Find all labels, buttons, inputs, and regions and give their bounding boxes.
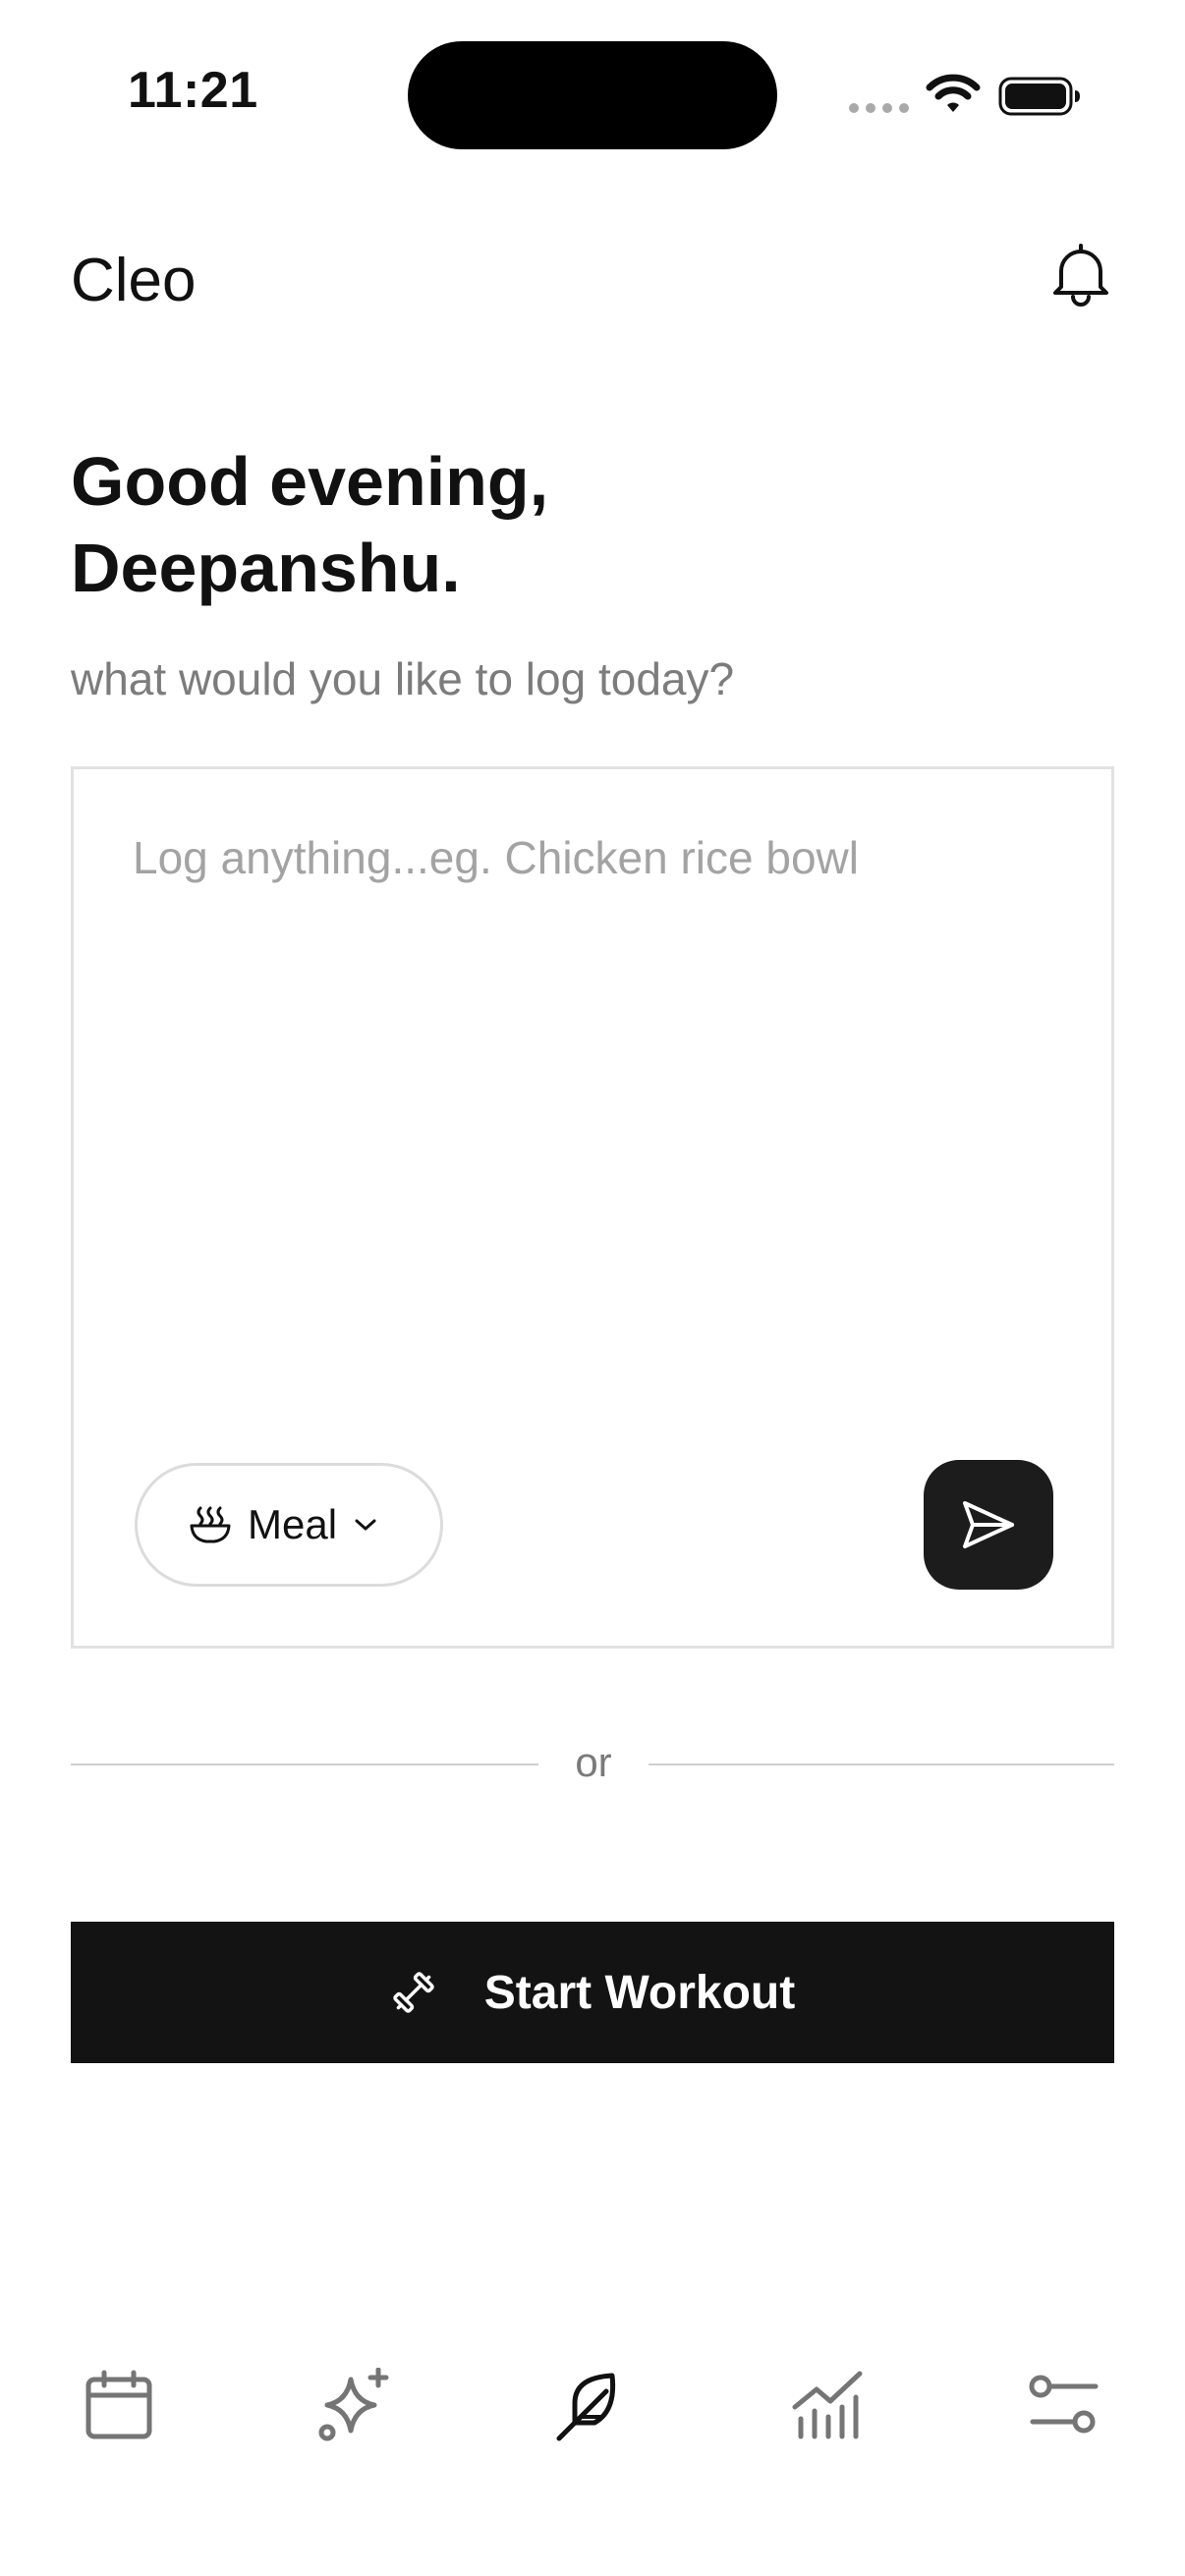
- notifications-button[interactable]: [1049, 242, 1112, 313]
- sliders-icon: [1029, 2375, 1099, 2434]
- feather-icon: [556, 2373, 616, 2441]
- divider-line-left: [71, 1764, 538, 1765]
- chevron-down-icon: [353, 1516, 378, 1534]
- greeting-prompt: what would you like to log today?: [71, 653, 735, 704]
- dynamic-island: [408, 41, 777, 149]
- send-button[interactable]: [924, 1460, 1053, 1590]
- send-icon: [963, 1501, 1014, 1548]
- tab-settings[interactable]: [1017, 2358, 1111, 2452]
- start-workout-button[interactable]: Start Workout: [71, 1922, 1114, 2063]
- status-time: 11:21: [128, 62, 258, 119]
- log-type-dropdown[interactable]: Meal: [135, 1463, 443, 1587]
- tab-ai[interactable]: [308, 2358, 402, 2452]
- divider-line-right: [649, 1764, 1114, 1765]
- bowl-icon: [190, 1506, 231, 1543]
- app-title: Cleo: [71, 247, 197, 314]
- calendar-icon: [85, 2370, 152, 2439]
- battery-icon: [998, 77, 1080, 116]
- log-type-label: Meal: [248, 1501, 338, 1547]
- greeting-heading: Good evening, Deepanshu.: [71, 438, 955, 611]
- divider-or: or: [575, 1739, 612, 1785]
- tab-log[interactable]: [545, 2358, 640, 2452]
- wifi-icon: [926, 74, 981, 112]
- dumbbell-icon: [393, 1972, 434, 2013]
- log-composer: Meal: [71, 766, 1114, 1649]
- tab-calendar[interactable]: [72, 2358, 166, 2452]
- sparkles-icon: [318, 2368, 389, 2441]
- chart-icon: [792, 2371, 863, 2439]
- greeting-line-1: Good evening,: [71, 443, 549, 520]
- home-screen: 11:21 Cleo Good evening, Deepanshu. what…: [0, 0, 1185, 2576]
- log-input[interactable]: [133, 818, 1056, 897]
- cellular-signal-icon: [849, 103, 909, 113]
- start-workout-label: Start Workout: [483, 1966, 796, 2019]
- greeting-line-2: Deepanshu.: [71, 530, 461, 606]
- bell-icon: [1053, 244, 1108, 307]
- tab-progress[interactable]: [781, 2358, 875, 2452]
